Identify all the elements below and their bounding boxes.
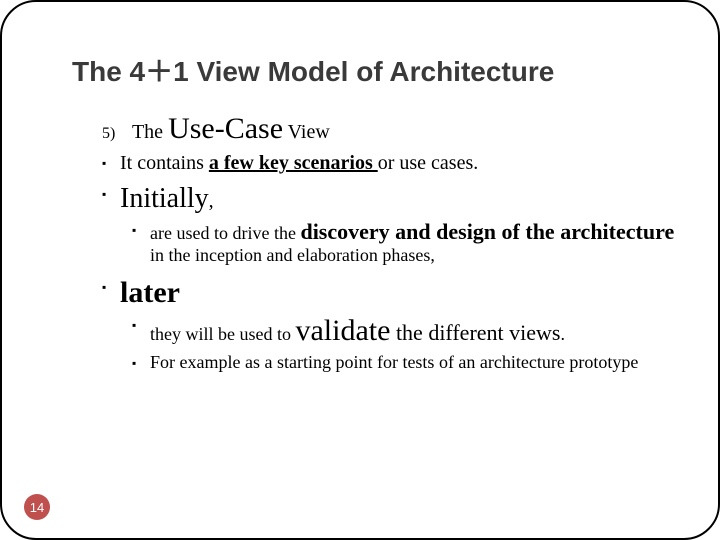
emphasis-text: discovery and design of the architecture [300,219,674,244]
item-number: 5) [102,125,115,142]
page-number-badge: 14 [24,494,50,520]
text: View [283,121,330,143]
slide: The 4＋1 View Model of Architecture 5) Th… [0,0,720,540]
bullet-item: later [102,276,678,310]
text: For example as a starting point for test… [150,352,638,372]
text: are used to drive the [150,223,300,243]
text: in the inception and elaboration phases, [150,245,435,265]
emphasis-text: later [120,276,180,309]
emphasis-text: Initially [120,183,209,214]
page-number: 14 [30,500,44,515]
text: the different views [390,320,560,345]
slide-title: The 4＋1 View Model of Architecture [72,50,678,90]
text: they will be used to [150,324,295,344]
text: , [209,190,214,212]
bullet-item: It contains a few key scenarios or use c… [102,152,678,175]
bullet-item: Initially, [102,183,678,215]
text: The [132,121,168,143]
emphasis-text: Use-Case [168,112,283,145]
sub-bullet-item: For example as a starting point for test… [132,352,678,373]
text: . [560,324,565,344]
text: It contains [120,152,209,174]
underline-text: a few key scenarios [209,152,378,174]
sub-bullet-item: are used to drive the discovery and desi… [132,219,678,266]
sub-bullet-item: they will be used to validate the differ… [132,314,678,348]
text: or use cases. [378,152,479,174]
emphasis-text: validate [295,314,390,347]
content-area: 5) The Use-Case View It contains a few k… [72,112,678,377]
numbered-item: 5) The Use-Case View [102,112,678,146]
